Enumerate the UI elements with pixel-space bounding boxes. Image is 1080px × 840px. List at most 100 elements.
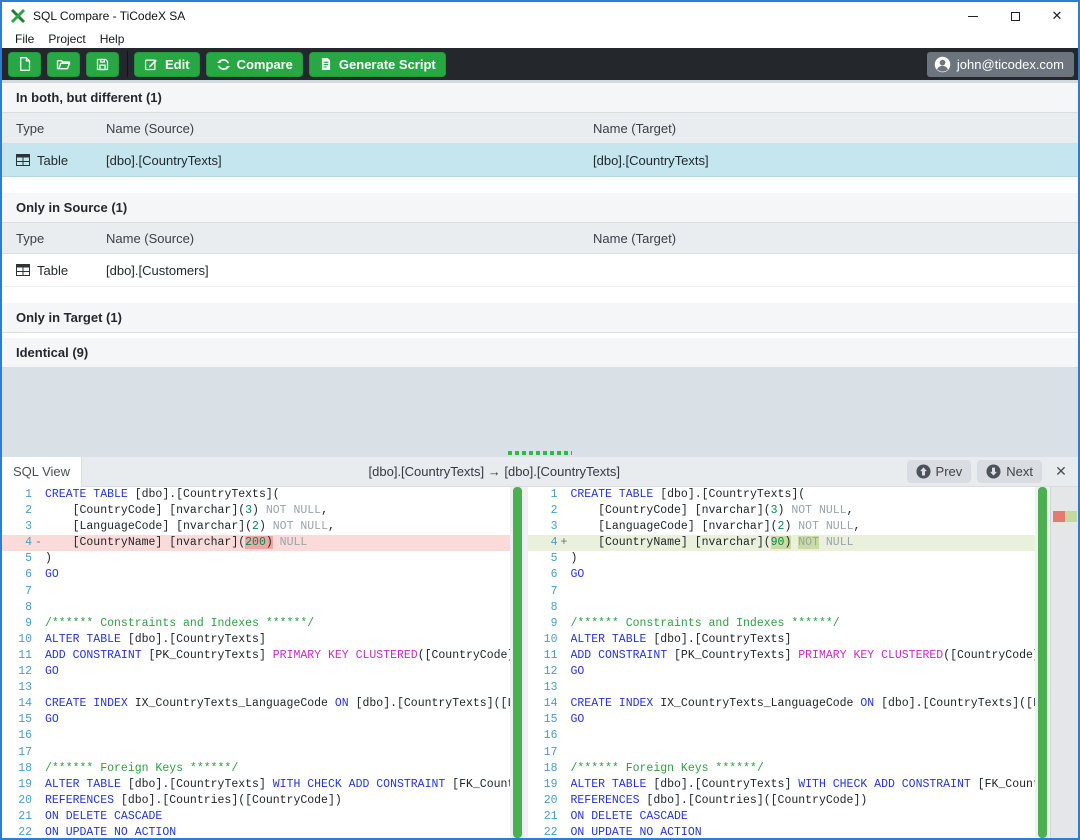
sql-pane-target[interactable]: 1CREATE TABLE [dbo].[CountryTexts](2 [Co… bbox=[528, 487, 1036, 838]
row-source-name: [dbo].[Customers] bbox=[106, 263, 593, 278]
menu-bar: File Project Help bbox=[2, 30, 1078, 48]
code-line: 12GO bbox=[528, 664, 1036, 680]
code-line: 12GO bbox=[2, 664, 510, 680]
row-type-cell: Table bbox=[2, 263, 106, 278]
code-line: 4+ [CountryName] [nvarchar](90) NOT NULL bbox=[528, 535, 1036, 551]
diff-object-title: [dbo].[CountryTexts] → [dbo].[CountryTex… bbox=[82, 464, 907, 479]
code-line: 20REFERENCES [dbo].[Countries]([CountryC… bbox=[2, 793, 510, 809]
results-empty-area bbox=[2, 368, 1078, 448]
column-header-name-target: Name (Target) bbox=[593, 121, 1078, 136]
code-line: 18/****** Foreign Keys ******/ bbox=[2, 761, 510, 777]
window-title: SQL Compare - TiCodeX SA bbox=[33, 9, 185, 23]
code-line: 7 bbox=[528, 584, 1036, 600]
code-line: 13 bbox=[2, 680, 510, 696]
code-line: 6GO bbox=[2, 567, 510, 583]
account-email: john@ticodex.com bbox=[957, 57, 1064, 72]
code-line: 3 [LanguageCode] [nvarchar](2) NOT NULL, bbox=[528, 519, 1036, 535]
section-header-only-target[interactable]: Only in Target (1) bbox=[2, 303, 1078, 333]
sql-diff-view: 1CREATE TABLE [dbo].[CountryTexts]( 2 [Co… bbox=[2, 487, 1078, 838]
code-line: 21ON DELETE CASCADE bbox=[2, 809, 510, 825]
section-header-identical[interactable]: Identical (9) bbox=[2, 338, 1078, 368]
section-title: Only in Source (1) bbox=[16, 200, 127, 215]
code-line: 14CREATE INDEX IX_CountryTexts_LanguageC… bbox=[528, 696, 1036, 712]
row-target-name: [dbo].[CountryTexts] bbox=[593, 153, 1078, 168]
account-button[interactable]: john@ticodex.com bbox=[927, 52, 1074, 77]
close-sql-view-button[interactable]: ✕ bbox=[1048, 463, 1074, 480]
code-line: 5) bbox=[528, 551, 1036, 567]
code-line: 16 bbox=[2, 728, 510, 744]
code-line: 5) bbox=[2, 551, 510, 567]
code-line: 10ALTER TABLE [dbo].[CountryTexts] bbox=[528, 632, 1036, 648]
open-project-button[interactable] bbox=[47, 52, 80, 77]
table-row-customers[interactable]: Table [dbo].[Customers] bbox=[2, 254, 1078, 287]
diff-marker-added bbox=[1065, 511, 1077, 522]
sql-pane-source[interactable]: 1CREATE TABLE [dbo].[CountryTexts](2 [Co… bbox=[2, 487, 510, 838]
splitter-grip-icon bbox=[508, 451, 572, 455]
toolbar: Edit Compare Generate Script bbox=[2, 48, 1078, 80]
table-row-countrytexts[interactable]: Table [dbo].[CountryTexts] [dbo].[Countr… bbox=[2, 144, 1078, 177]
grid-header-different: Type Name (Source) Name (Target) bbox=[2, 113, 1078, 144]
close-button[interactable]: ✕ bbox=[1036, 2, 1078, 30]
user-avatar-icon bbox=[934, 56, 951, 73]
code-line: 3 [LanguageCode] [nvarchar](2) NOT NULL, bbox=[2, 519, 510, 535]
row-type-label: Table bbox=[37, 263, 68, 278]
save-project-button[interactable] bbox=[86, 52, 119, 77]
next-difference-button[interactable]: Next bbox=[977, 460, 1042, 483]
code-line: 9/****** Constraints and Indexes ******/ bbox=[528, 616, 1036, 632]
edit-button-label: Edit bbox=[165, 57, 190, 72]
menu-project[interactable]: Project bbox=[41, 32, 92, 46]
code-line: 21ON DELETE CASCADE bbox=[528, 809, 1036, 825]
maximize-button[interactable] bbox=[994, 2, 1036, 30]
code-line: 14CREATE INDEX IX_CountryTexts_LanguageC… bbox=[2, 696, 510, 712]
minimize-icon bbox=[968, 16, 978, 17]
compare-button[interactable]: Compare bbox=[206, 52, 303, 77]
source-scrollbar[interactable] bbox=[513, 487, 522, 838]
minimize-button[interactable] bbox=[952, 2, 994, 30]
grid-header-only-source: Type Name (Source) Name (Target) bbox=[2, 223, 1078, 254]
prev-button-label: Prev bbox=[936, 464, 963, 479]
code-line: 22ON UPDATE NO ACTION bbox=[528, 825, 1036, 838]
table-icon bbox=[16, 154, 30, 166]
code-line: 19ALTER TABLE [dbo].[CountryTexts] WITH … bbox=[528, 777, 1036, 793]
code-line: 9/****** Constraints and Indexes ******/ bbox=[2, 616, 510, 632]
menu-help[interactable]: Help bbox=[93, 32, 132, 46]
column-header-name-target: Name (Target) bbox=[593, 231, 1078, 246]
code-line: 10ALTER TABLE [dbo].[CountryTexts] bbox=[2, 632, 510, 648]
code-line: 16 bbox=[528, 728, 1036, 744]
maximize-icon bbox=[1011, 12, 1020, 21]
compare-sync-icon bbox=[216, 57, 231, 72]
code-line: 11ADD CONSTRAINT [PK_CountryTexts] PRIMA… bbox=[528, 648, 1036, 664]
open-folder-icon bbox=[55, 56, 72, 72]
edit-pencil-icon bbox=[144, 57, 159, 72]
code-line: 19ALTER TABLE [dbo].[CountryTexts] WITH … bbox=[2, 777, 510, 793]
generate-script-button[interactable]: Generate Script bbox=[309, 52, 446, 77]
edit-button[interactable]: Edit bbox=[134, 52, 200, 77]
code-line: 17 bbox=[2, 745, 510, 761]
code-line: 15GO bbox=[528, 712, 1036, 728]
code-line: 15GO bbox=[2, 712, 510, 728]
code-line: 8 bbox=[2, 600, 510, 616]
code-line: 2 [CountryCode] [nvarchar](3) NOT NULL, bbox=[528, 503, 1036, 519]
compare-button-label: Compare bbox=[237, 57, 293, 72]
code-line: 4- [CountryName] [nvarchar](200) NULL bbox=[2, 535, 510, 551]
code-line: 6GO bbox=[528, 567, 1036, 583]
new-project-button[interactable] bbox=[8, 52, 41, 77]
code-line: 17 bbox=[528, 745, 1036, 761]
section-header-only-source[interactable]: Only in Source (1) bbox=[2, 193, 1078, 223]
code-line: 8 bbox=[528, 600, 1036, 616]
target-scrollbar[interactable] bbox=[1038, 487, 1047, 838]
code-line: 7 bbox=[2, 584, 510, 600]
prev-difference-button[interactable]: Prev bbox=[907, 460, 972, 483]
table-icon bbox=[16, 264, 30, 276]
code-line: 1CREATE TABLE [dbo].[CountryTexts]( bbox=[2, 487, 510, 503]
code-line: 22ON UPDATE NO ACTION bbox=[2, 825, 510, 838]
title-bar: SQL Compare - TiCodeX SA ✕ bbox=[2, 2, 1078, 30]
diff-overview-ruler[interactable] bbox=[1050, 487, 1078, 838]
tab-sql-view[interactable]: SQL View bbox=[2, 457, 82, 487]
section-header-different[interactable]: In both, but different (1) bbox=[2, 83, 1078, 113]
column-header-name-source: Name (Source) bbox=[106, 231, 593, 246]
menu-file[interactable]: File bbox=[8, 32, 41, 46]
horizontal-splitter[interactable] bbox=[2, 448, 1078, 457]
section-title: Identical (9) bbox=[16, 345, 88, 360]
section-title: Only in Target (1) bbox=[16, 310, 122, 325]
